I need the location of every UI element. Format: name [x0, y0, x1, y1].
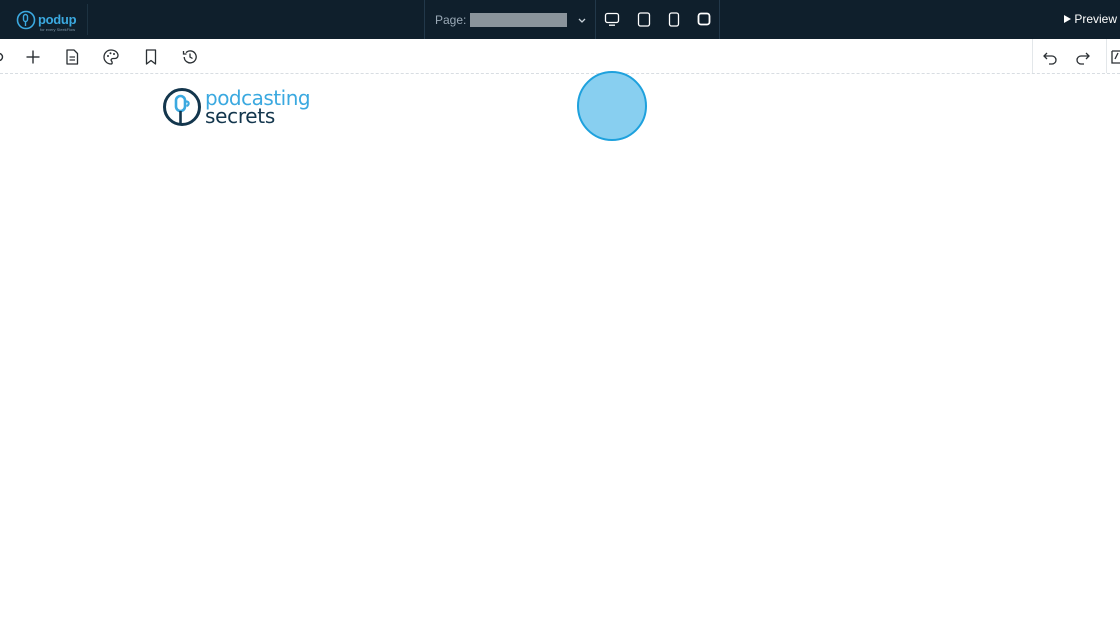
brand-tagline: for every SleekFlow [40, 27, 76, 32]
brand-logo[interactable]: podup for every SleekFlow [10, 4, 88, 35]
bookmark-icon[interactable] [142, 48, 160, 66]
document-icon[interactable] [63, 48, 81, 66]
play-icon [1064, 15, 1072, 23]
brand-name: podup [38, 12, 77, 27]
square-icon[interactable] [697, 12, 711, 26]
microphone-logo-icon [163, 88, 201, 126]
chevron-down-icon[interactable] [577, 15, 587, 25]
preview-button[interactable]: Preview [1064, 12, 1117, 26]
top-bar: podup for every SleekFlow Page: Preview [0, 0, 1120, 39]
podup-logo-icon [16, 10, 36, 29]
tablet-icon[interactable] [637, 12, 651, 27]
podcasting-secrets-logo[interactable]: podcasting secrets [162, 86, 332, 128]
editor-canvas[interactable]: podcasting secrets [0, 71, 1120, 626]
preview-label: Preview [1074, 12, 1117, 26]
partial-icon[interactable] [0, 48, 10, 66]
undo-icon[interactable] [1041, 48, 1059, 66]
cursor-highlight [577, 71, 647, 141]
editor-toolbar [0, 39, 1120, 74]
page-selector-value[interactable] [470, 12, 568, 27]
edit-icon[interactable] [1111, 48, 1120, 66]
redo-icon[interactable] [1074, 48, 1092, 66]
history-icon[interactable] [181, 48, 199, 66]
plus-icon[interactable] [24, 48, 42, 66]
page-selector[interactable]: Page: [424, 0, 596, 39]
toolbar-right-group [1032, 39, 1120, 73]
logo-wordmark: podcasting secrets [205, 88, 311, 126]
toolbar-divider [1106, 39, 1107, 73]
mobile-icon[interactable] [668, 12, 680, 27]
device-switcher [596, 0, 720, 39]
page-selector-label: Page: [435, 12, 467, 27]
desktop-icon[interactable] [604, 12, 620, 27]
palette-icon[interactable] [102, 48, 120, 66]
